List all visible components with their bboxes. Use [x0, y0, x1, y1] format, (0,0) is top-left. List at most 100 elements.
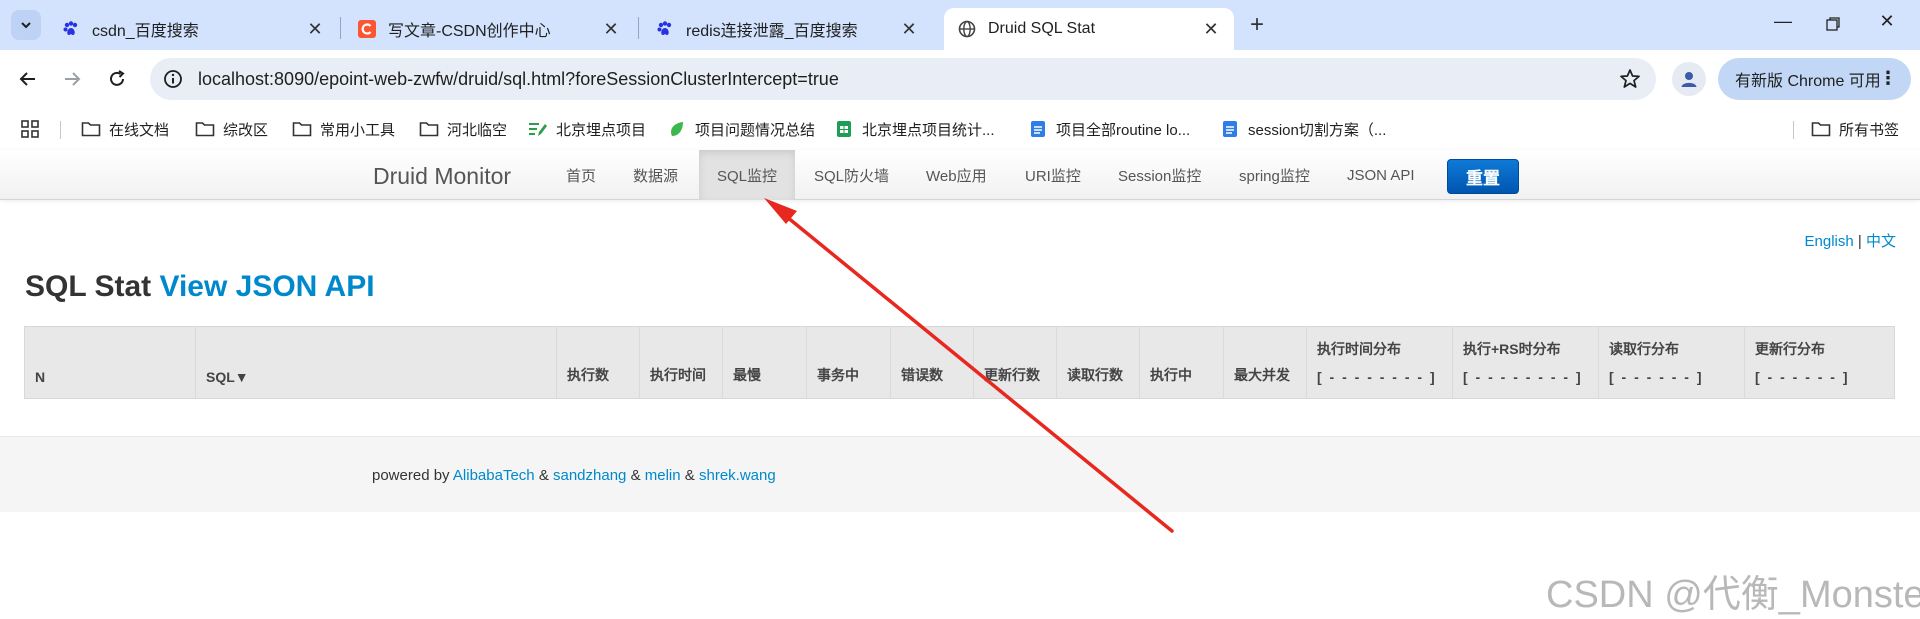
nav-home[interactable]: 首页 — [551, 150, 611, 200]
folder-icon — [195, 120, 215, 138]
new-tab-button[interactable]: + — [1244, 13, 1270, 39]
amp-separator: & — [684, 467, 695, 484]
page-content: Druid Monitor 首页 数据源 SQL监控 SQL防火墙 Web应用 … — [0, 150, 1920, 619]
nav-sql-firewall[interactable]: SQL防火墙 — [799, 150, 904, 200]
tab-druid-sql-stat[interactable]: Druid SQL Stat ✕ — [944, 8, 1234, 50]
tab-title: 写文章-CSDN创作中心 — [388, 23, 551, 40]
column-fetch-rows[interactable]: 读取行数 — [1056, 326, 1140, 399]
column-exec-rs-histogram[interactable]: 执行+RS时分布[ - - - - - - - - ] — [1452, 326, 1599, 399]
apps-button[interactable] — [20, 116, 40, 142]
column-fetch-row-histogram[interactable]: 读取行分布[ - - - - - - ] — [1598, 326, 1745, 399]
tab-divider — [638, 17, 639, 39]
chrome-update-button[interactable]: 有新版 Chrome 可用 ⋮ — [1718, 58, 1911, 100]
doc-icon — [1028, 120, 1048, 138]
folder-icon — [1811, 120, 1831, 138]
nav-datasource[interactable]: 数据源 — [618, 150, 693, 200]
column-update-row-histogram[interactable]: 更新行分布[ - - - - - - ] — [1744, 326, 1895, 399]
pen-list-icon — [528, 120, 548, 138]
lang-english-link[interactable]: English — [1805, 233, 1854, 250]
nav-uri-monitor[interactable]: URI监控 — [1010, 150, 1096, 200]
all-bookmarks-button[interactable]: 所有书签 — [1811, 116, 1899, 142]
column-error-count[interactable]: 错误数 — [890, 326, 974, 399]
restore-icon[interactable] — [1818, 11, 1848, 39]
close-icon[interactable]: ✕ — [900, 19, 918, 40]
chevron-down-icon — [21, 22, 31, 29]
column-exec-time[interactable]: 执行时间 — [639, 326, 723, 399]
view-json-api-link[interactable]: View JSON API — [159, 270, 374, 303]
nav-sql-monitor[interactable]: SQL监控 — [699, 150, 795, 200]
page-title: SQL Stat View JSON API — [25, 270, 375, 304]
lang-chinese-link[interactable]: 中文 — [1866, 233, 1896, 250]
profile-avatar[interactable] — [1672, 62, 1706, 96]
globe-icon — [958, 20, 976, 38]
tab-title: csdn_百度搜索 — [92, 23, 199, 40]
alibabatech-link[interactable]: AlibabaTech — [453, 467, 535, 484]
column-max-concurrency[interactable]: 最大并发 — [1223, 326, 1307, 399]
nav-web-app[interactable]: Web应用 — [911, 150, 1002, 200]
bookmark-item[interactable]: 常用小工具 — [292, 116, 395, 142]
address-bar[interactable]: localhost:8090/epoint-web-zwfw/druid/sql… — [150, 58, 1656, 100]
sheet-icon — [834, 120, 854, 138]
bookmark-item[interactable]: 北京埋点项目统计... — [834, 116, 995, 142]
nav-spring-monitor[interactable]: spring监控 — [1224, 150, 1325, 200]
column-exec-time-histogram[interactable]: 执行时间分布[ - - - - - - - - ] — [1306, 326, 1453, 399]
sandzhang-link[interactable]: sandzhang — [553, 467, 626, 484]
close-icon[interactable]: ✕ — [602, 19, 620, 40]
lang-separator: | — [1857, 233, 1862, 250]
column-exec-count[interactable]: 执行数 — [556, 326, 640, 399]
update-label: 有新版 Chrome 可用 — [1735, 73, 1881, 90]
bookmark-item[interactable]: 北京埋点项目 — [528, 116, 646, 142]
bookmark-item[interactable]: 项目全部routine lo... — [1028, 116, 1190, 142]
browser-toolbar: localhost:8090/epoint-web-zwfw/druid/sql… — [0, 50, 1920, 108]
bookmark-item[interactable]: 综改区 — [195, 116, 268, 142]
bookmark-label: session切割方案（... — [1248, 121, 1387, 139]
column-n[interactable]: N — [25, 327, 196, 399]
close-window-icon[interactable]: ✕ — [1872, 11, 1902, 39]
url-text[interactable]: localhost:8090/epoint-web-zwfw/druid/sql… — [198, 69, 839, 90]
csdn-c-icon — [358, 20, 376, 38]
nav-json-api[interactable]: JSON API — [1332, 150, 1430, 200]
powered-by-text: powered by — [372, 467, 450, 484]
nav-session-monitor[interactable]: Session监控 — [1103, 150, 1216, 200]
apps-grid-icon — [21, 120, 39, 138]
close-icon[interactable]: ✕ — [306, 19, 324, 40]
sql-stat-table: N SQL▼ 执行数 执行时间 最慢 事务中 错误数 更新行数 读取行数 执行中… — [24, 326, 1895, 399]
tab-redis-search[interactable]: redis连接泄露_百度搜索 ✕ — [642, 8, 932, 50]
person-icon — [1681, 72, 1697, 87]
column-update-rows[interactable]: 更新行数 — [973, 326, 1057, 399]
bookmark-label: 北京埋点项目 — [556, 121, 647, 139]
column-running[interactable]: 执行中 — [1139, 326, 1224, 399]
bookmark-item[interactable]: 项目问题情况总结 — [667, 116, 815, 142]
druid-brand[interactable]: Druid Monitor — [373, 163, 511, 190]
url-host: localhost — [198, 68, 270, 89]
reset-button[interactable]: 重置 — [1447, 159, 1519, 194]
doc-icon — [1220, 120, 1240, 138]
column-sql[interactable]: SQL▼ — [195, 326, 557, 399]
column-in-transaction[interactable]: 事务中 — [806, 326, 891, 399]
back-button[interactable] — [12, 63, 44, 95]
bookmark-item[interactable]: 河北临空 — [419, 116, 507, 142]
melin-link[interactable]: melin — [645, 467, 681, 484]
minimize-icon[interactable]: — — [1768, 11, 1798, 39]
bookmark-label: 项目全部routine lo... — [1056, 121, 1191, 139]
reload-button[interactable] — [101, 63, 133, 95]
baidu-paw-icon — [62, 20, 80, 38]
bookmark-item[interactable]: 在线文档 — [81, 116, 169, 142]
forward-button[interactable] — [56, 63, 88, 95]
close-icon[interactable]: ✕ — [1202, 19, 1220, 40]
site-info-icon[interactable] — [162, 68, 184, 90]
bookmarks-bar: 在线文档 综改区 常用小工具 河北临空 北京埋点项目 项目问题情况总结 北京埋点… — [0, 108, 1920, 150]
tab-divider — [340, 17, 341, 39]
page-title-text: SQL Stat — [25, 270, 152, 303]
tab-csdn-editor[interactable]: 写文章-CSDN创作中心 ✕ — [344, 8, 634, 50]
folder-icon — [292, 120, 312, 138]
bookmark-item[interactable]: session切割方案（... — [1220, 116, 1386, 142]
baidu-paw-icon — [656, 20, 674, 38]
column-slowest[interactable]: 最慢 — [722, 326, 807, 399]
bookmark-star-icon[interactable] — [1618, 67, 1642, 91]
tab-csdn-search[interactable]: csdn_百度搜索 ✕ — [48, 8, 338, 50]
shrek-wang-link[interactable]: shrek.wang — [699, 467, 776, 484]
bookmark-label: 常用小工具 — [320, 121, 396, 139]
tab-search-button[interactable] — [11, 10, 41, 40]
bookmarks-divider — [60, 121, 61, 139]
